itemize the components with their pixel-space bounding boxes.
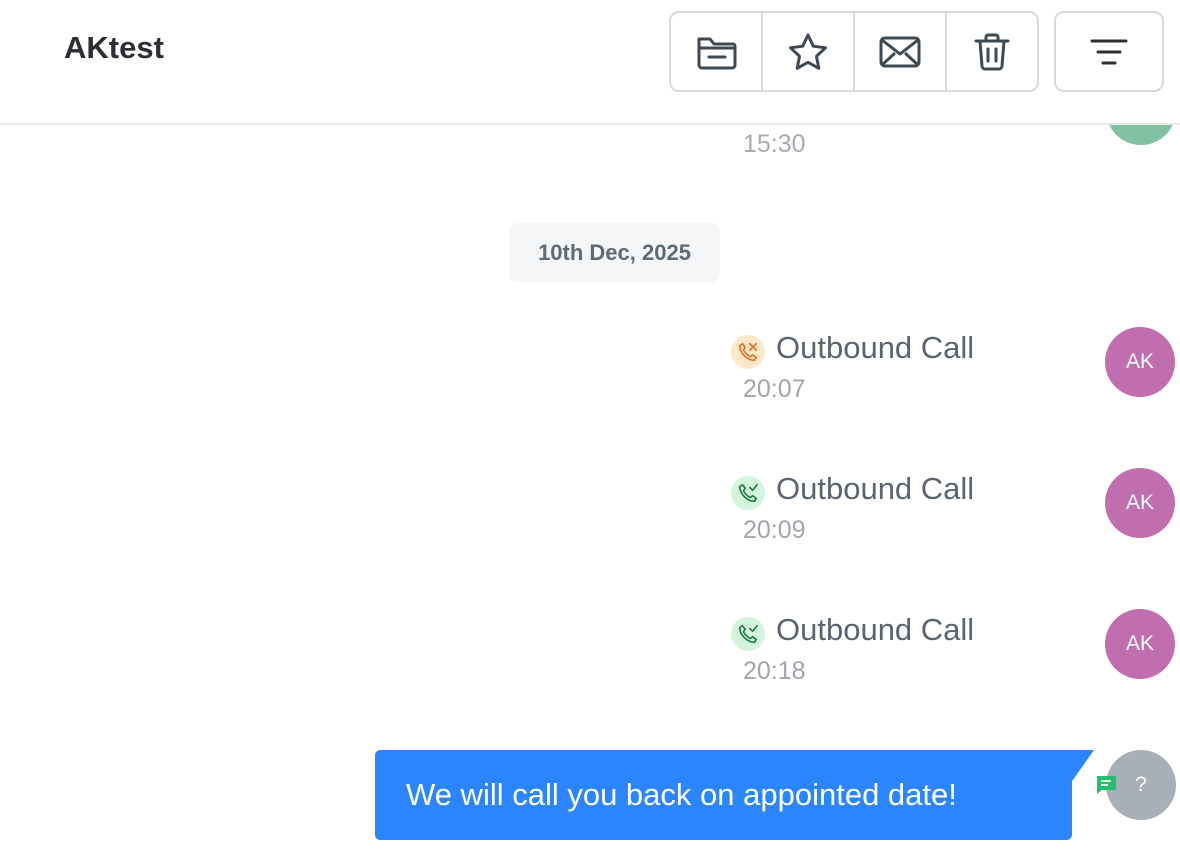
call-time: 20:07 [743, 375, 806, 403]
missed-call-icon [738, 342, 758, 362]
call-status [731, 476, 765, 510]
date-separator: 10th Dec, 2025 [509, 223, 720, 282]
conversation-timeline: 15:30 10th Dec, 2025 Outbound Call 20:07… [0, 125, 1180, 854]
email-button[interactable] [855, 13, 947, 90]
archive-button[interactable] [671, 13, 763, 90]
star-icon [789, 33, 827, 70]
contact-name: AKtest [64, 30, 164, 65]
chat-channel-icon [1097, 776, 1116, 794]
agent-avatar: AK [1105, 609, 1175, 679]
message-bubble-tail [1070, 750, 1094, 784]
call-status [731, 617, 765, 651]
mail-icon [879, 36, 921, 67]
delete-button[interactable] [947, 13, 1037, 90]
trash-icon [974, 33, 1010, 70]
folder-minus-icon [697, 37, 737, 69]
agent-avatar: AK [1105, 468, 1175, 538]
call-type: Outbound Call [776, 330, 975, 365]
star-button[interactable] [763, 13, 855, 90]
action-toolbar [669, 11, 1039, 92]
answered-call-icon [738, 483, 758, 503]
call-type: Outbound Call [776, 471, 975, 506]
outgoing-message: We will call you back on appointed date! [375, 750, 1072, 840]
call-time: 20:18 [743, 657, 806, 685]
answered-call-icon [738, 624, 758, 644]
call-entry[interactable]: Outbound Call 20:09 AK [0, 468, 1180, 558]
call-entry[interactable]: Outbound Call 20:18 AK [0, 609, 1180, 699]
call-status [731, 335, 765, 369]
message-time: 15:30 [743, 130, 806, 158]
conversation-header: AKtest [0, 0, 1180, 125]
avatar [1106, 125, 1176, 145]
call-type: Outbound Call [776, 612, 975, 647]
filter-icon [1090, 39, 1128, 64]
filter-button[interactable] [1054, 11, 1164, 92]
agent-avatar: AK [1105, 327, 1175, 397]
call-time: 20:09 [743, 516, 806, 544]
call-entry[interactable]: Outbound Call 20:07 AK [0, 327, 1180, 417]
